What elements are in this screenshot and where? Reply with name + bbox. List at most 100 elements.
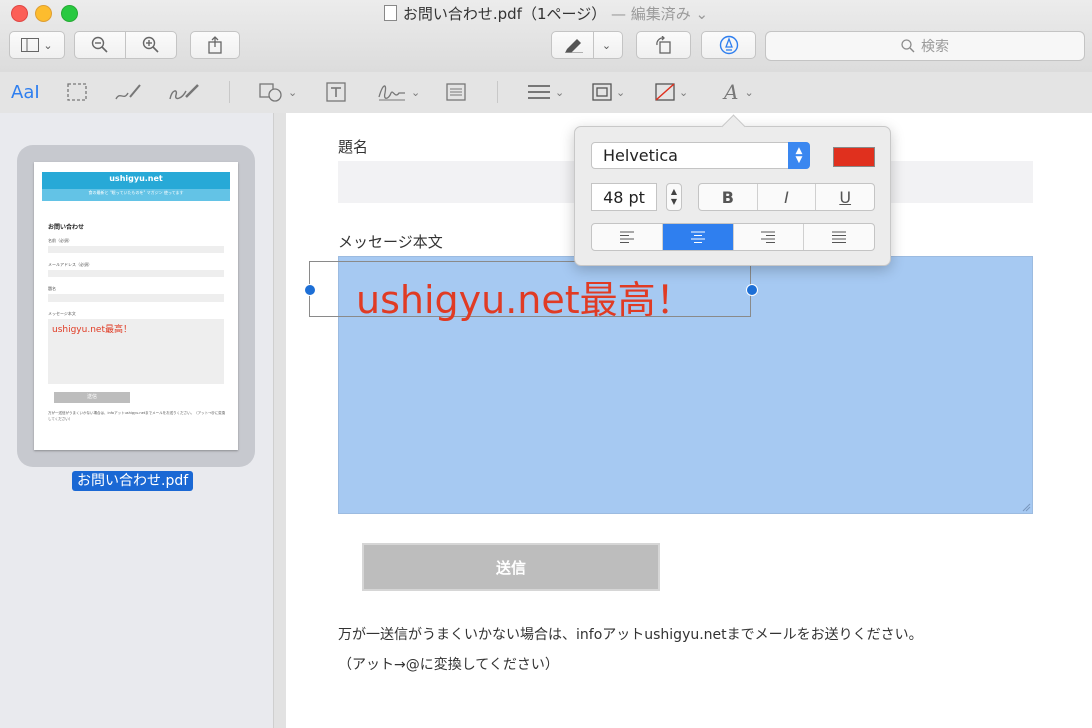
page-thumbnail-selection[interactable]: ushigyu.net 食の最新と "眠っていたものを" マガジン 使ってます … [17, 145, 255, 467]
underline-button[interactable]: U [816, 184, 874, 210]
window-title-text: お問い合わせ.pdf（1ページ） [402, 5, 607, 23]
fill-color-tool[interactable]: ⌄ [655, 80, 688, 104]
annotation-right-handle[interactable] [746, 284, 758, 296]
thumb-message-text: ushigyu.net最高！ [52, 325, 132, 335]
sidebar-icon [21, 38, 40, 52]
chevron-down-icon: ⌄ [411, 85, 421, 99]
markup-pen-icon [719, 35, 738, 55]
sidebar-view-button[interactable]: ⌄ [9, 31, 65, 59]
thumb-site-name: ushigyu.net [109, 174, 163, 183]
edited-status[interactable]: — 編集済み ⌄ [611, 5, 708, 23]
text-selection-tool[interactable]: AaI [11, 80, 40, 104]
thumb-note: 万が一送信がうまくいかない場合は、infoアットushigyu.netまでメール… [48, 411, 226, 421]
message-label: メッセージ本文 [338, 233, 443, 251]
share-button[interactable] [190, 31, 240, 59]
rotate-icon [655, 36, 671, 54]
thumb-button-label: 送信 [86, 394, 97, 400]
font-family-value: Helvetica [603, 146, 678, 165]
bold-button[interactable]: B [699, 184, 758, 210]
zoom-in-icon [142, 36, 159, 53]
zoom-in-button[interactable] [125, 31, 177, 59]
chevron-down-icon: ⌄ [695, 5, 709, 23]
sketch-tool[interactable] [114, 80, 142, 104]
window-title: お問い合わせ.pdf（1ページ） — 編集済み ⌄ [0, 3, 1092, 24]
font-family-select[interactable]: Helvetica ▲ ▼ [591, 142, 810, 169]
note-line-1: 万が一送信がうまくいかない場合は、infoアットushigyu.netまでメール… [338, 627, 923, 643]
draw-tool[interactable] [168, 80, 200, 104]
rotate-button[interactable] [636, 31, 691, 59]
thumb-label-subject: 題名 [48, 286, 56, 291]
thumb-heading: お問い合わせ [48, 224, 85, 231]
toolbar-divider [229, 81, 230, 103]
chevron-down-icon: ⌄ [744, 85, 754, 99]
zoom-out-icon [91, 36, 108, 53]
border-color-icon [592, 83, 612, 101]
text-box-tool[interactable] [326, 80, 346, 104]
highlighter-icon [564, 39, 583, 53]
align-left-button[interactable] [592, 224, 663, 250]
shapes-icon [259, 83, 282, 102]
highlight-button[interactable]: ⌄ [551, 31, 623, 59]
shapes-tool[interactable]: ⌄ [258, 80, 297, 104]
search-icon [901, 39, 915, 53]
resize-grip-icon [1022, 503, 1031, 512]
page-thumbnail[interactable]: ushigyu.net 食の最新と "眠っていたものを" マガジン 使ってます … [34, 162, 238, 450]
search-placeholder: 検索 [921, 39, 949, 55]
draw-icon [169, 84, 199, 100]
align-left-icon [619, 231, 634, 243]
note-tool[interactable] [446, 80, 466, 104]
align-right-icon [761, 231, 776, 243]
font-size-stepper[interactable]: ▲ ▼ [666, 183, 682, 211]
chevron-down-icon: ⌄ [616, 85, 626, 99]
sketch-icon [115, 84, 141, 100]
annotation-text[interactable]: ushigyu.net最高！ [356, 269, 694, 324]
subject-label: 題名 [338, 138, 369, 156]
no-fill-icon [655, 83, 675, 101]
thumb-label-message: メッセージ本文 [48, 311, 76, 316]
font-size-field[interactable]: 48 pt [591, 183, 657, 211]
thumb-label-name: 名前（必須） [48, 238, 72, 243]
font-a-icon: A [724, 80, 739, 104]
shape-style-tool[interactable]: ⌄ [527, 80, 564, 104]
rectangular-selection-tool[interactable] [67, 80, 87, 104]
text-style-popover: Helvetica ▲ ▼ 48 pt ▲ ▼ B I U [574, 114, 891, 266]
signature-tool[interactable]: ⌄ [377, 80, 420, 104]
align-right-button[interactable] [734, 224, 805, 250]
chevron-down-icon: ▼ [670, 197, 678, 206]
font-stepper[interactable]: ▲ ▼ [788, 142, 810, 169]
markup-toolbar-button[interactable] [701, 31, 756, 59]
thumb-label-email: メールアドレス（必須） [48, 262, 92, 267]
search-field[interactable]: 検索 [765, 31, 1085, 61]
submit-button[interactable]: 送信 [362, 543, 660, 591]
chevron-up-icon: ▲ [670, 187, 678, 196]
text-color-well[interactable] [833, 147, 875, 167]
chevron-down-icon: ⌄ [555, 85, 565, 99]
text-style-tool[interactable]: A ⌄ [724, 80, 754, 104]
note-icon [446, 83, 466, 101]
chevron-down-icon: ⌄ [679, 85, 689, 99]
chevron-down-icon: ▼ [795, 154, 803, 165]
note-line-2: （アット→@に変換してください） [338, 657, 559, 673]
alignment-segmented [591, 223, 875, 251]
zoom-out-button[interactable] [74, 31, 126, 59]
annotation-left-handle[interactable] [304, 284, 316, 296]
chevron-down-icon: ⌄ [288, 85, 298, 99]
chevron-down-icon: ⌄ [601, 38, 612, 52]
align-center-button[interactable] [662, 224, 734, 250]
align-justify-button[interactable] [804, 224, 874, 250]
signature-icon [378, 85, 405, 101]
font-style-segmented: B I U [698, 183, 875, 211]
toolbar-divider [497, 81, 498, 103]
chevron-down-icon: ⌄ [43, 38, 53, 52]
markup-toolbar: AaI ⌄ ⌄ ⌄ ⌄ ⌄ A ⌄ [0, 72, 1092, 114]
document-icon [383, 5, 397, 21]
dashed-rectangle-icon [67, 83, 87, 101]
thumbnail-sidebar: ushigyu.net 食の最新と "眠っていたものを" マガジン 使ってます … [0, 113, 274, 728]
window-toolbar: お問い合わせ.pdf（1ページ） — 編集済み ⌄ ⌄ ⌄ 検索 [0, 0, 1092, 73]
share-icon [208, 36, 222, 54]
thumb-tagline: 食の最新と "眠っていたものを" マガジン 使ってます [88, 190, 184, 195]
italic-button[interactable]: I [758, 184, 817, 210]
border-color-tool[interactable]: ⌄ [592, 80, 625, 104]
thumbnail-filename[interactable]: お問い合わせ.pdf [72, 471, 194, 491]
line-style-icon [528, 85, 550, 99]
